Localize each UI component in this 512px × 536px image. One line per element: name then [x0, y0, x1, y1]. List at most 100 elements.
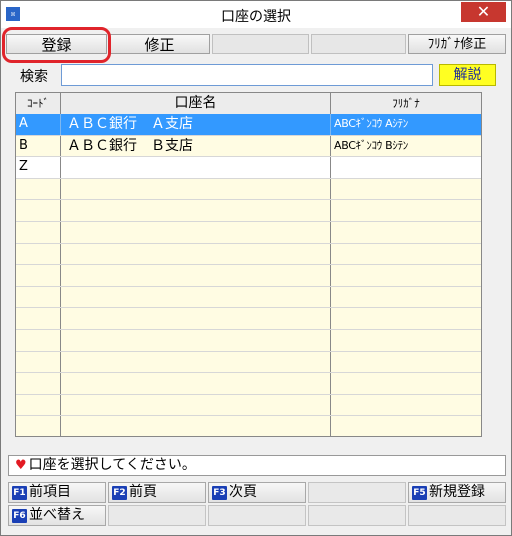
- cell-code: [16, 329, 61, 351]
- table-row[interactable]: Z: [16, 157, 481, 179]
- table-row[interactable]: [16, 416, 481, 436]
- table-body: A ＡＢＣ銀行 Ａ支店 ABCｷﾞﾝｺｳ Aｼﾃﾝ B ＡＢＣ銀行 Ｂ支店 ABCｷﾞﾝｺ…: [16, 114, 481, 436]
- table-row[interactable]: [16, 265, 481, 287]
- cell-account-name: [61, 394, 331, 416]
- search-input[interactable]: [61, 64, 433, 86]
- cell-account-name: [61, 308, 331, 329]
- cell-account-name: [61, 286, 331, 308]
- cell-code: [16, 394, 61, 416]
- table-header: ｺｰﾄﾞ 口座名 ﾌﾘｶﾞﾅ: [16, 93, 481, 115]
- table-row[interactable]: B ＡＢＣ銀行 Ｂ支店 ABCｷﾞﾝｺｳ Bｼﾃﾝ: [16, 135, 481, 158]
- f3-next-page-button[interactable]: F3 次頁: [208, 482, 306, 503]
- cell-code: [16, 373, 61, 394]
- dialog-window: ☒ 口座の選択 ✕ 登録 修正 ﾌﾘｶﾞﾅ修正 検索 解説 ｺｰﾄﾞ 口座名 ﾌ…: [0, 0, 512, 536]
- heart-icon: ♥: [15, 458, 27, 473]
- cell-furigana: [331, 200, 481, 221]
- cell-account-name: [61, 351, 331, 373]
- header-code[interactable]: ｺｰﾄﾞ: [16, 93, 61, 114]
- cell-account-name: [61, 221, 331, 243]
- function-key-row-1: F1 前項目 F2 前頁 F3 次頁 F5 新規登録: [8, 482, 506, 503]
- header-furigana[interactable]: ﾌﾘｶﾞﾅ: [331, 93, 481, 114]
- f6-key-badge: F6: [12, 509, 27, 523]
- window-title: 口座の選択: [221, 9, 291, 25]
- cell-code: [16, 265, 61, 286]
- cell-code: A: [16, 114, 61, 135]
- cell-furigana: [331, 287, 481, 308]
- cell-furigana: [331, 352, 481, 373]
- cell-code: B: [16, 135, 61, 157]
- cell-furigana: [331, 416, 481, 436]
- f2-key-badge: F2: [112, 486, 127, 500]
- table-row[interactable]: [16, 178, 481, 201]
- cell-code: [16, 243, 61, 265]
- cell-furigana: [331, 330, 481, 351]
- f2-label: 前頁: [129, 484, 157, 500]
- cell-furigana: [331, 265, 481, 286]
- cell-furigana: [331, 222, 481, 243]
- account-table: ｺｰﾄﾞ 口座名 ﾌﾘｶﾞﾅ A ＡＢＣ銀行 Ａ支店 ABCｷﾞﾝｺｳ Aｼﾃﾝ B Ａ…: [15, 92, 482, 437]
- table-row[interactable]: [16, 308, 481, 330]
- cell-account-name: [61, 373, 331, 394]
- f3-label: 次頁: [229, 484, 257, 500]
- status-bar: ♥ 口座を選択してください。: [8, 455, 506, 476]
- table-row[interactable]: [16, 351, 481, 374]
- table-row[interactable]: A ＡＢＣ銀行 Ａ支店 ABCｷﾞﾝｺｳ Aｼﾃﾝ: [16, 114, 481, 136]
- f1-label: 前項目: [29, 484, 71, 500]
- cell-account-name: [61, 157, 331, 178]
- title-bar: ☒ 口座の選択 ✕: [1, 1, 511, 28]
- cell-code: [16, 416, 61, 436]
- cell-furigana: ABCｷﾞﾝｺｳ Bｼﾃﾝ: [334, 138, 409, 152]
- table-row[interactable]: [16, 394, 481, 417]
- f10-empty-slot: [408, 505, 506, 526]
- header-account-name[interactable]: 口座名: [61, 93, 331, 114]
- cell-code: [16, 200, 61, 221]
- cell-account-name: [61, 200, 331, 221]
- toolbar-empty-slot: [311, 34, 406, 54]
- f2-prev-page-button[interactable]: F2 前頁: [108, 482, 206, 503]
- table-row[interactable]: [16, 200, 481, 222]
- cell-code: [16, 351, 61, 373]
- f5-new-register-button[interactable]: F5 新規登録: [408, 482, 506, 503]
- f9-empty-slot: [308, 505, 406, 526]
- search-label: 検索: [20, 69, 48, 85]
- close-button[interactable]: ✕: [461, 2, 506, 22]
- table-row[interactable]: [16, 243, 481, 266]
- cell-account-name: [61, 265, 331, 286]
- cell-account-name: [61, 243, 331, 265]
- table-row[interactable]: [16, 221, 481, 244]
- table-row[interactable]: [16, 286, 481, 309]
- explain-button[interactable]: 解説: [439, 64, 496, 86]
- table-row[interactable]: [16, 373, 481, 395]
- cell-code: [16, 178, 61, 200]
- cell-account-name: [61, 329, 331, 351]
- f7-empty-slot: [108, 505, 206, 526]
- cell-furigana: [331, 179, 481, 200]
- f8-empty-slot: [208, 505, 306, 526]
- cell-code: Z: [16, 157, 61, 178]
- f3-key-badge: F3: [212, 486, 227, 500]
- table-row[interactable]: [16, 329, 481, 352]
- cell-furigana: [331, 244, 481, 265]
- f5-key-badge: F5: [412, 486, 427, 500]
- f6-sort-button[interactable]: F6 並べ替え: [8, 505, 106, 526]
- cell-furigana: [331, 157, 481, 178]
- toolbar-empty-slot: [212, 34, 309, 54]
- cell-account-name: ＡＢＣ銀行 Ｂ支店: [61, 135, 331, 157]
- cell-code: [16, 308, 61, 329]
- cell-furigana: ABCｷﾞﾝｺｳ Aｼﾃﾝ: [334, 117, 408, 130]
- f5-label: 新規登録: [429, 484, 485, 500]
- cell-furigana: [331, 373, 481, 394]
- cell-code: [16, 286, 61, 308]
- cell-account-name: ＡＢＣ銀行 Ａ支店: [61, 114, 331, 135]
- cell-furigana: [331, 395, 481, 416]
- function-key-row-2: F6 並べ替え: [8, 505, 506, 526]
- f1-key-badge: F1: [12, 486, 27, 500]
- edit-button[interactable]: 修正: [109, 34, 210, 54]
- f1-prev-item-button[interactable]: F1 前項目: [8, 482, 106, 503]
- register-highlight-annotation: [2, 27, 111, 63]
- f4-empty-slot: [308, 482, 406, 503]
- cell-code: [16, 221, 61, 243]
- status-message: 口座を選択してください。: [28, 457, 196, 473]
- cell-account-name: [61, 178, 331, 200]
- furigana-edit-button[interactable]: ﾌﾘｶﾞﾅ修正: [408, 34, 506, 54]
